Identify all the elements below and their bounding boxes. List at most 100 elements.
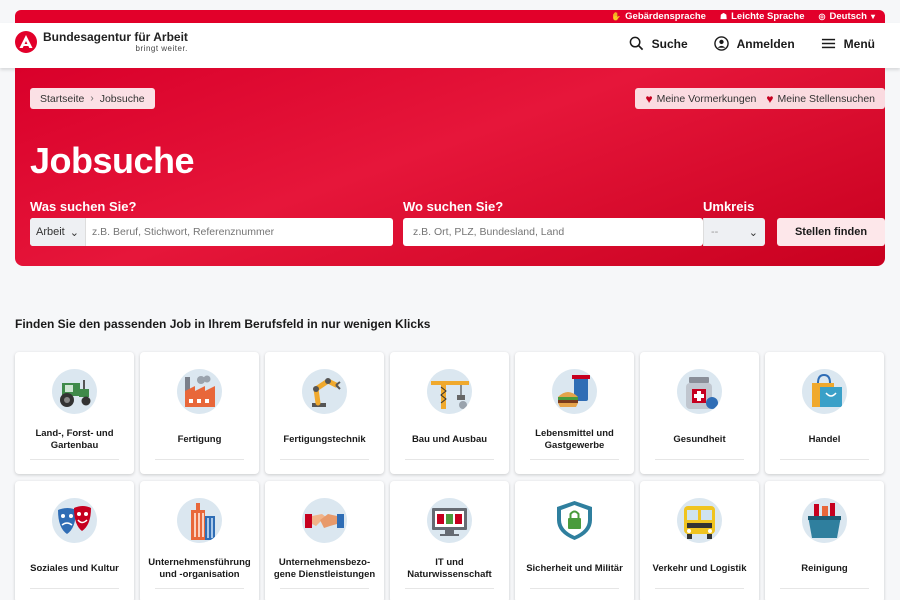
divider bbox=[530, 588, 619, 589]
saved-searches-link[interactable]: ♥ Meine Stellensuchen bbox=[766, 92, 875, 106]
bus-icon bbox=[677, 498, 722, 543]
category-label: Gesundheit bbox=[673, 434, 726, 446]
breadcrumb-current: Jobsuche bbox=[99, 92, 145, 105]
what-label: Was suchen Sie? bbox=[30, 199, 137, 214]
divider bbox=[655, 459, 744, 460]
chevron-right-icon: › bbox=[90, 93, 94, 104]
menu-button[interactable]: Menü bbox=[821, 36, 875, 51]
radius-select[interactable]: -- ⌄ bbox=[703, 218, 765, 246]
find-jobs-button[interactable]: Stellen finden bbox=[777, 218, 885, 246]
category-label: Handel bbox=[808, 434, 841, 446]
category-card[interactable]: Fertigung bbox=[140, 352, 259, 474]
logo[interactable]: Bundesagentur für Arbeit bringt weiter. bbox=[15, 31, 188, 53]
crane-icon bbox=[427, 369, 472, 414]
divider bbox=[530, 459, 619, 460]
user-icon bbox=[713, 36, 729, 51]
login-button[interactable]: Anmelden bbox=[713, 36, 795, 51]
category-card[interactable]: Unternehmensführung und -organisation bbox=[140, 481, 259, 600]
category-card[interactable]: Unternehmensbezo- gene Dienstleistungen bbox=[265, 481, 384, 600]
saved-searches-label: Meine Stellensuchen bbox=[777, 92, 875, 105]
category-label: Unternehmensführung und -organisation bbox=[148, 557, 251, 580]
divider bbox=[655, 588, 744, 589]
offer-type-select[interactable]: Arbeit ⌄ bbox=[30, 218, 86, 246]
category-label: Bau und Ausbau bbox=[411, 434, 488, 446]
category-label: Reinigung bbox=[801, 563, 848, 575]
category-card[interactable]: Land-, Forst- und Gartenbau bbox=[15, 352, 134, 474]
chevron-down-icon: ⌄ bbox=[69, 226, 79, 239]
language-label: Deutsch bbox=[829, 11, 867, 22]
divider bbox=[155, 588, 244, 589]
category-label: Unternehmensbezo- gene Dienstleistungen bbox=[273, 557, 376, 580]
logo-claim: bringt weiter. bbox=[135, 44, 188, 53]
handshake-icon bbox=[302, 498, 347, 543]
where-label: Wo suchen Sie? bbox=[403, 199, 504, 214]
site-header: Bundesagentur für Arbeit bringt weiter. … bbox=[0, 23, 900, 68]
hamburger-icon bbox=[821, 38, 835, 49]
divider bbox=[155, 459, 244, 460]
category-label: Soziales und Kultur bbox=[30, 563, 119, 575]
category-card[interactable]: Fertigungstechnik bbox=[265, 352, 384, 474]
page-title: Jobsuche bbox=[30, 140, 195, 181]
easy-language-link[interactable]: ☗ Leichte Sprache bbox=[720, 11, 805, 22]
category-card[interactable]: Bau und Ausbau bbox=[390, 352, 509, 474]
category-card[interactable]: Verkehr und Logistik bbox=[640, 481, 759, 600]
radius-label: Umkreis bbox=[703, 199, 755, 214]
divider bbox=[780, 588, 869, 589]
search-button[interactable]: Suche bbox=[629, 36, 688, 51]
login-label: Anmelden bbox=[736, 36, 795, 51]
category-card[interactable]: Gesundheit bbox=[640, 352, 759, 474]
divider bbox=[30, 588, 119, 589]
offer-type-value: Arbeit bbox=[36, 226, 65, 238]
search-label: Suche bbox=[651, 36, 688, 51]
favorites-bar: ♥ Meine Vormerkungen ♥ Meine Stellensuch… bbox=[635, 88, 885, 109]
category-label: Land-, Forst- und Gartenbau bbox=[35, 428, 114, 451]
category-card[interactable]: Soziales und Kultur bbox=[15, 481, 134, 600]
heart-icon: ♥ bbox=[645, 91, 653, 106]
tractor-icon bbox=[52, 369, 97, 414]
logo-mark-icon bbox=[15, 31, 37, 53]
factory-icon bbox=[177, 369, 222, 414]
what-search-input[interactable] bbox=[86, 226, 393, 238]
robot-arm-icon bbox=[302, 369, 347, 414]
logo-text: Bundesagentur für Arbeit bringt weiter. bbox=[43, 31, 188, 53]
category-label: Fertigung bbox=[177, 434, 222, 446]
search-icon bbox=[629, 36, 643, 51]
where-search-group bbox=[403, 218, 703, 246]
category-card[interactable]: Sicherheit und Militär bbox=[515, 481, 634, 600]
sign-language-label: Gebärdensprache bbox=[625, 11, 706, 22]
category-card[interactable]: Reinigung bbox=[765, 481, 884, 600]
chevron-down-icon: ▾ bbox=[870, 12, 875, 21]
category-label: Verkehr und Logistik bbox=[652, 563, 747, 575]
section-title: Finden Sie den passenden Job in Ihrem Be… bbox=[15, 317, 431, 331]
category-card[interactable]: Lebensmittel und Gastgewerbe bbox=[515, 352, 634, 474]
utility-bar: ✋ Gebärdensprache ☗ Leichte Sprache ◎ De… bbox=[15, 10, 885, 23]
divider bbox=[280, 459, 369, 460]
category-card[interactable]: IT und Naturwissenschaft bbox=[390, 481, 509, 600]
logo-name: Bundesagentur für Arbeit bbox=[43, 30, 188, 44]
category-label: IT und Naturwissenschaft bbox=[407, 557, 492, 580]
divider bbox=[30, 459, 119, 460]
shopping-bag-icon bbox=[802, 369, 847, 414]
breadcrumb-home[interactable]: Startseite bbox=[40, 93, 84, 105]
computer-monitor-icon bbox=[427, 498, 472, 543]
category-label: Fertigungstechnik bbox=[283, 434, 366, 446]
chevron-down-icon: ⌄ bbox=[748, 226, 758, 239]
saved-jobs-link[interactable]: ♥ Meine Vormerkungen bbox=[645, 92, 756, 106]
category-card[interactable]: Handel bbox=[765, 352, 884, 474]
easy-language-icon: ☗ bbox=[719, 12, 728, 21]
sign-language-link[interactable]: ✋ Gebärdensprache bbox=[611, 11, 706, 22]
divider bbox=[280, 588, 369, 589]
easy-language-label: Leichte Sprache bbox=[731, 11, 805, 22]
where-search-input[interactable] bbox=[403, 226, 703, 238]
divider bbox=[780, 459, 869, 460]
breadcrumb: Startseite › Jobsuche bbox=[30, 88, 155, 109]
main-nav: Suche Anmelden Menü bbox=[629, 36, 875, 51]
menu-label: Menü bbox=[843, 36, 875, 51]
medicine-icon bbox=[677, 369, 722, 414]
radius-value: -- bbox=[711, 226, 719, 238]
saved-jobs-label: Meine Vormerkungen bbox=[656, 92, 757, 105]
divider bbox=[405, 588, 494, 589]
category-label: Lebensmittel und Gastgewerbe bbox=[535, 428, 614, 451]
language-selector[interactable]: ◎ Deutsch ▾ bbox=[819, 11, 875, 22]
category-label: Sicherheit und Militär bbox=[526, 563, 623, 575]
